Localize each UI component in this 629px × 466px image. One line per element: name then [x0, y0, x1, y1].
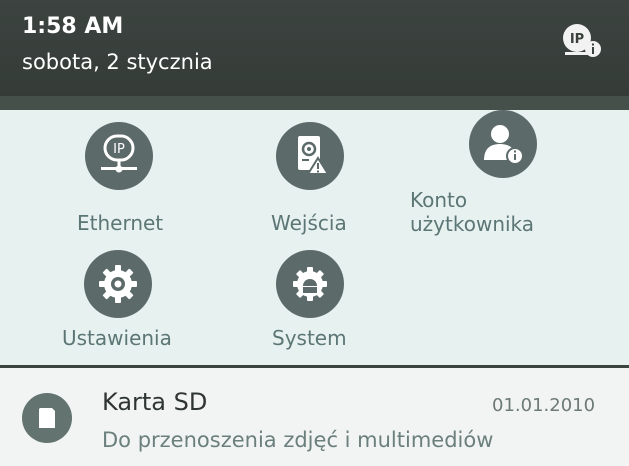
- tile-inputs-label: Wejścia: [271, 211, 347, 235]
- status-divider: [0, 96, 629, 110]
- tile-ethernet[interactable]: IP Ethernet: [72, 122, 182, 235]
- clock-date: sobota, 2 stycznia: [22, 50, 213, 74]
- quick-settings-panel: IP Ethernet Wejścia Konto użytkownika Us…: [0, 110, 629, 365]
- sd-card-icon: [22, 393, 72, 443]
- ethernet-ip-icon: IP: [85, 122, 153, 190]
- notification-date: 01.01.2010: [492, 395, 596, 416]
- tile-settings[interactable]: Ustawienia: [62, 246, 192, 356]
- tile-system[interactable]: System: [262, 246, 372, 356]
- tile-user-account-label: Konto użytkownika: [410, 188, 535, 236]
- clock-time: 1:58 AM: [22, 14, 124, 39]
- notification-title: Karta SD: [102, 388, 208, 416]
- tile-ethernet-label: Ethernet: [77, 211, 164, 235]
- user-account-icon: [469, 110, 537, 178]
- system-android-icon: [276, 250, 344, 318]
- notification-description: Do przenoszenia zdjęć i multimediów: [102, 428, 494, 452]
- tile-system-label: System: [272, 326, 347, 350]
- tile-user-account[interactable]: Konto użytkownika: [408, 110, 568, 240]
- tile-settings-label: Ustawienia: [62, 326, 172, 350]
- ethernet-icon-text: IP: [113, 142, 125, 157]
- status-bar: 1:58 AM sobota, 2 stycznia IP: [0, 0, 629, 96]
- settings-gear-icon: [84, 250, 152, 318]
- ip-info-icon-text: IP: [570, 32, 584, 47]
- inputs-alert-icon: [276, 122, 344, 190]
- ip-info-icon[interactable]: IP: [561, 22, 605, 62]
- tile-inputs[interactable]: Wejścia: [262, 122, 372, 235]
